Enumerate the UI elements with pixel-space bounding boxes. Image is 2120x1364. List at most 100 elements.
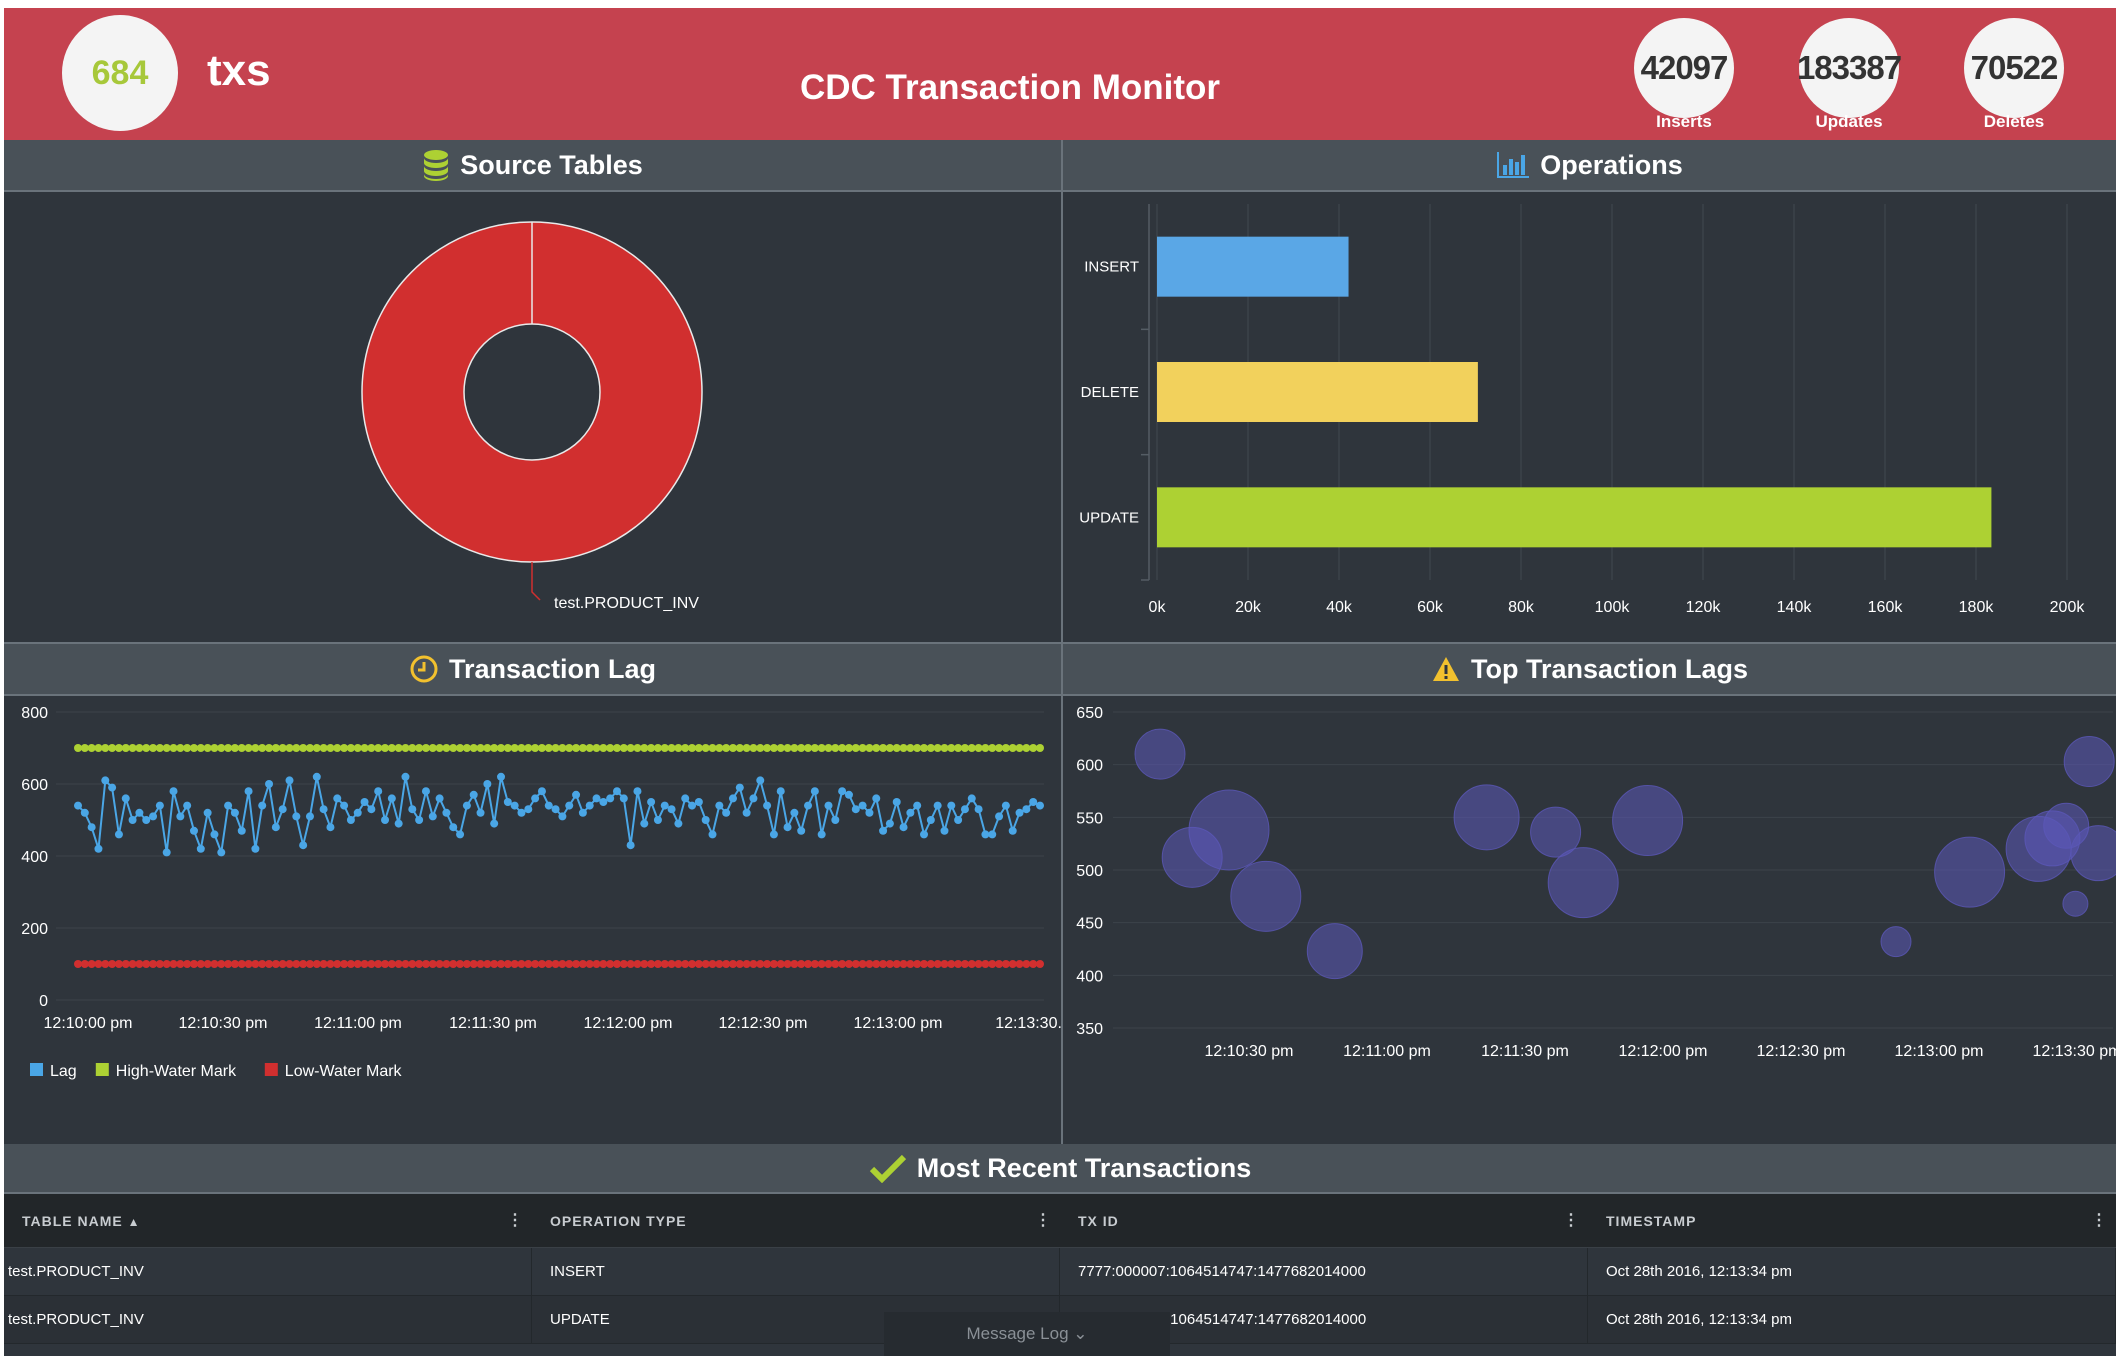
data-point	[790, 960, 799, 968]
data-point	[892, 798, 901, 806]
data-point	[319, 960, 328, 968]
x-tick-label: 160k	[1868, 599, 1904, 616]
warning-icon	[1432, 657, 1459, 681]
data-point	[913, 744, 922, 752]
table-row[interactable]: test.PRODUCT_INV INSERT 7777:000007:1064…	[4, 1248, 2116, 1296]
data-point	[920, 830, 929, 839]
column-header-timestamp[interactable]: TIMESTAMP ⋮	[1588, 1194, 2116, 1248]
data-point	[312, 744, 321, 752]
column-header-tx-id[interactable]: TX ID ⋮	[1060, 1194, 1588, 1248]
data-point	[196, 960, 205, 968]
data-point	[346, 744, 355, 752]
data-point	[885, 819, 894, 828]
column-menu-icon[interactable]: ⋮	[507, 1194, 524, 1248]
table-cell: INSERT	[532, 1248, 1060, 1296]
data-point	[913, 960, 922, 968]
data-point	[838, 787, 847, 796]
column-label: TX ID	[1078, 1213, 1119, 1229]
data-point	[196, 844, 205, 853]
data-point	[708, 744, 717, 752]
data-point	[974, 960, 983, 968]
data-point	[899, 744, 908, 752]
data-point	[421, 744, 430, 752]
data-point	[722, 960, 731, 968]
data-point	[1022, 960, 1031, 968]
data-point	[865, 960, 874, 968]
data-point	[476, 744, 485, 752]
data-point	[960, 744, 969, 752]
legend-swatch	[264, 1063, 278, 1076]
data-point	[817, 744, 826, 752]
data-point	[947, 801, 956, 810]
data-point	[524, 805, 533, 814]
data-point	[981, 744, 990, 752]
data-point	[619, 960, 628, 968]
data-point	[1001, 801, 1010, 810]
data-point	[537, 787, 546, 796]
legend-swatch	[30, 1063, 43, 1076]
data-point	[844, 744, 853, 752]
data-point	[558, 744, 567, 752]
data-point	[872, 744, 881, 752]
data-point	[490, 960, 499, 968]
data-point	[244, 787, 253, 796]
data-point	[667, 805, 676, 814]
updates-count: 183387	[1797, 18, 1902, 118]
data-point	[728, 794, 737, 803]
column-header-operation-type[interactable]: OPERATION TYPE ⋮	[532, 1194, 1060, 1248]
column-header-table-name[interactable]: TABLE NAME ▲ ⋮	[4, 1194, 532, 1248]
data-point	[606, 794, 615, 803]
data-point	[817, 830, 826, 839]
data-point	[169, 787, 178, 796]
data-point	[121, 960, 130, 968]
data-point	[660, 801, 669, 810]
category-label: UPDATE	[1079, 509, 1139, 526]
data-point	[1029, 798, 1038, 806]
data-point	[974, 744, 983, 752]
data-point	[299, 841, 308, 850]
deletes-stat: 70522 Deletes	[1964, 18, 2064, 132]
y-tick-label: 800	[21, 705, 48, 722]
data-point	[278, 805, 287, 814]
column-menu-icon[interactable]: ⋮	[2091, 1194, 2108, 1248]
data-point	[1029, 744, 1038, 752]
data-point	[285, 776, 294, 785]
data-point	[490, 819, 499, 828]
data-point	[237, 826, 246, 835]
data-point	[817, 960, 826, 968]
data-point	[824, 960, 833, 968]
data-point	[421, 960, 430, 968]
data-point	[674, 819, 683, 828]
x-tick-label: 40k	[1326, 599, 1353, 616]
data-point	[462, 960, 471, 968]
sort-icon[interactable]: ▲	[128, 1215, 141, 1229]
data-point	[585, 801, 594, 810]
message-log-toggle[interactable]: Message Log ⌄	[884, 1312, 1170, 1356]
data-point	[565, 744, 574, 752]
data-point	[176, 812, 185, 821]
data-point	[244, 960, 253, 968]
data-point	[128, 744, 137, 752]
data-point	[114, 744, 123, 752]
data-point	[476, 960, 485, 968]
data-point	[1001, 744, 1010, 752]
bar	[1157, 362, 1478, 422]
data-point	[626, 841, 635, 850]
data-point	[265, 744, 274, 752]
data-point	[783, 744, 792, 752]
data-point	[367, 805, 376, 814]
column-menu-icon[interactable]: ⋮	[1035, 1194, 1052, 1248]
data-point	[210, 960, 219, 968]
data-point	[920, 744, 929, 752]
data-point	[633, 787, 642, 796]
data-point	[728, 960, 737, 968]
data-point	[763, 960, 772, 968]
data-point	[326, 823, 335, 832]
data-point	[224, 744, 233, 752]
data-point	[340, 744, 349, 752]
data-point	[271, 960, 280, 968]
data-point	[708, 960, 717, 968]
data-point	[483, 780, 492, 788]
column-menu-icon[interactable]: ⋮	[1563, 1194, 1580, 1248]
data-point	[80, 960, 89, 968]
